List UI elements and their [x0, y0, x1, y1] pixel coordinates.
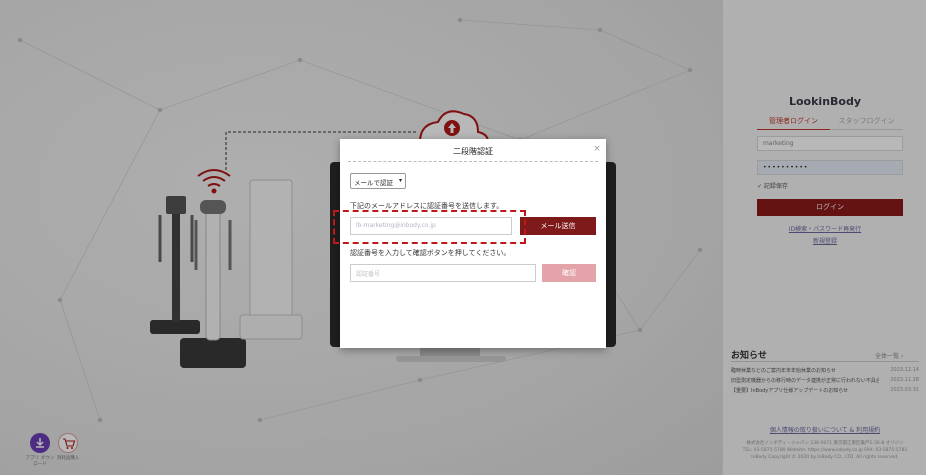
chevron-down-icon: ▾	[398, 177, 402, 184]
login-screen: LookinBody 管理者ログイン スタッフログイン marketing ••…	[0, 0, 926, 475]
modal-divider	[348, 161, 598, 162]
code-instruction: 認証番号を入力して確認ボタンを押してください。	[350, 249, 511, 257]
confirm-button[interactable]: 確認	[542, 264, 596, 282]
auth-method-value: メールで認証	[354, 179, 393, 187]
modal-title: 二段階認証	[453, 147, 493, 156]
send-email-button[interactable]: メール送信	[520, 217, 596, 235]
close-icon[interactable]: ×	[592, 144, 602, 154]
highlight-box	[333, 210, 526, 244]
auth-method-select[interactable]: メールで認証 ▾	[350, 173, 406, 189]
verification-code-input[interactable]: 認証番号	[350, 264, 536, 282]
